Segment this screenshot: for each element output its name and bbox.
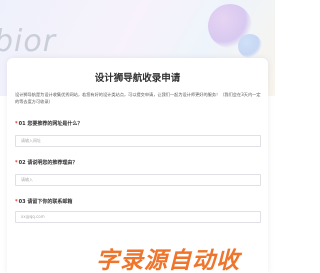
question-text: 01 您要推荐的网址是什么？ xyxy=(18,121,83,127)
url-input[interactable]: 请输入网址 xyxy=(15,135,261,147)
reason-input-placeholder: 请输入 xyxy=(21,177,33,182)
question-text: 02 请说明您的推荐理由？ xyxy=(18,160,78,166)
required-marker: * xyxy=(15,199,18,205)
form-title: 设计狮导航收录申请 xyxy=(94,73,181,84)
form-description: 设计狮导航是为设计收集优秀网站，若您有好的设计类站点，可以提交申请，让我们一起为… xyxy=(15,92,261,104)
url-input-placeholder: 请输入网址 xyxy=(21,138,41,143)
question-reason-label: *02 请说明您的推荐理由？ xyxy=(15,159,77,166)
decorative-blob xyxy=(238,34,262,58)
question-email-label: *03 请留下你的联系邮箱 xyxy=(15,198,72,205)
email-input[interactable]: xx@qq.com xyxy=(15,211,261,223)
question-url-label: *01 您要推荐的网址是什么？ xyxy=(15,120,82,127)
question-text: 03 请留下你的联系邮箱 xyxy=(18,199,73,205)
email-input-placeholder: xx@qq.com xyxy=(21,214,45,219)
reason-input[interactable]: 请输入 xyxy=(15,174,261,186)
decorative-text: bior xyxy=(0,24,57,59)
watermark-logo: 字录源自动收 xyxy=(96,248,240,273)
required-marker: * xyxy=(15,121,18,127)
required-marker: * xyxy=(15,160,18,166)
